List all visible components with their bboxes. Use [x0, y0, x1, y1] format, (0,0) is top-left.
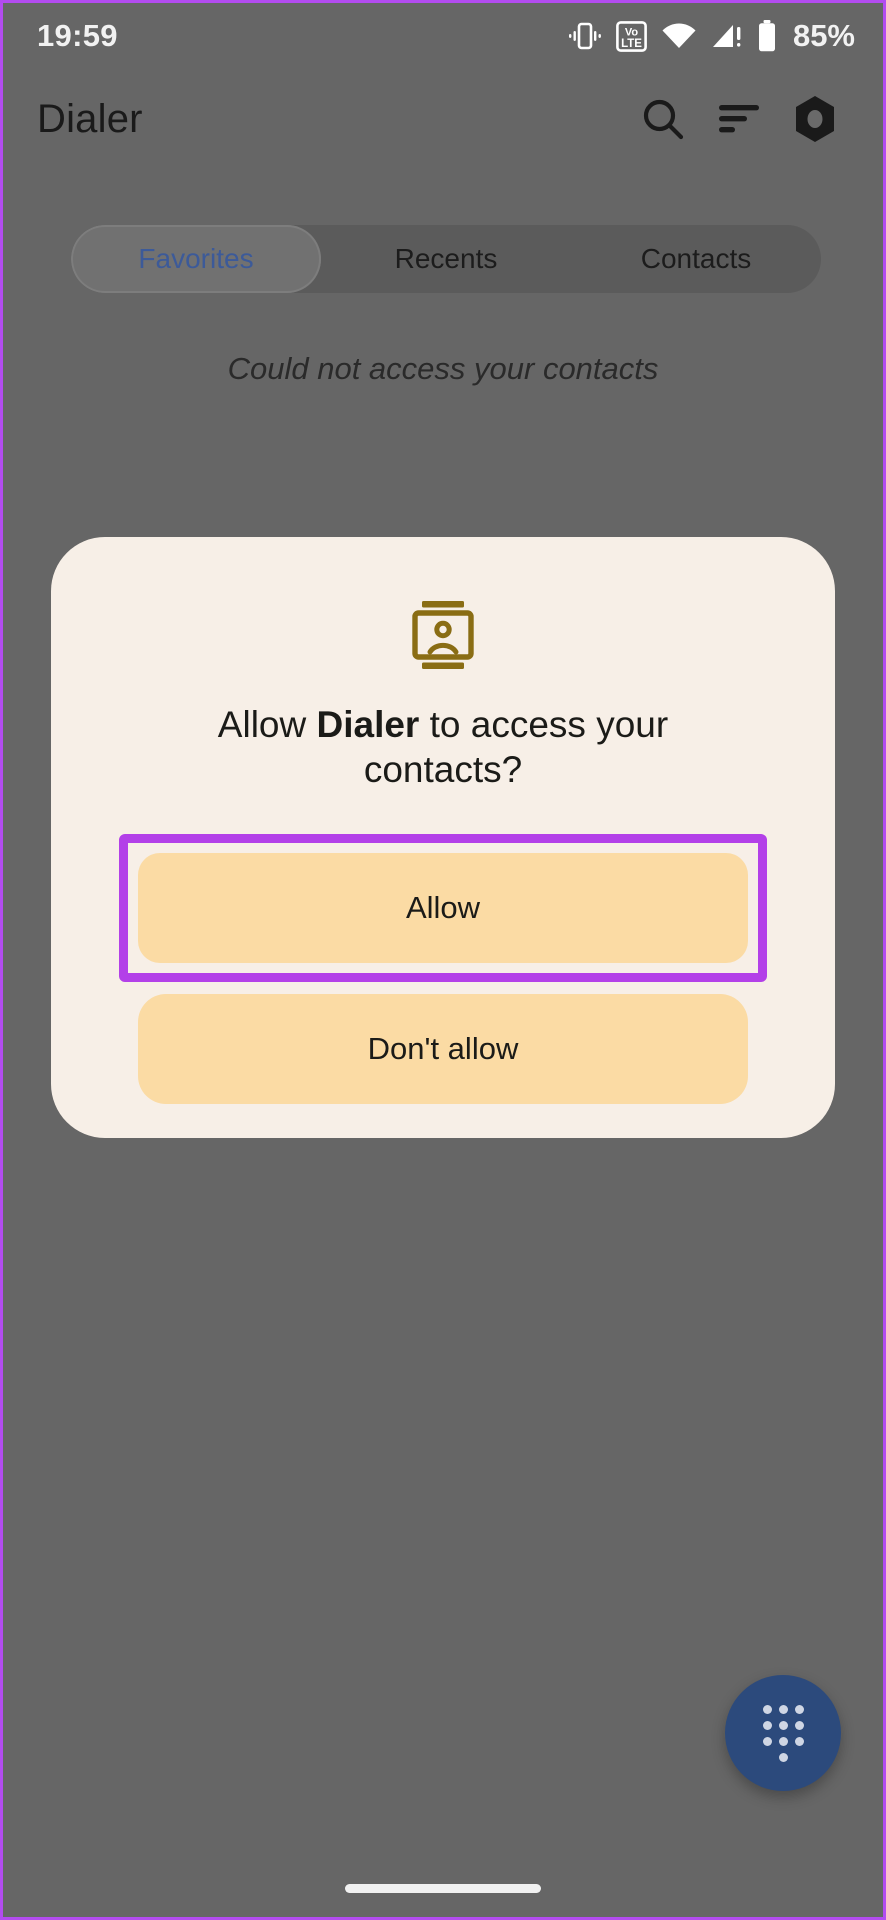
dialpad-icon [762, 1704, 804, 1762]
status-time: 19:59 [37, 18, 118, 53]
sort-button[interactable] [701, 81, 777, 157]
page-title: Dialer [37, 96, 143, 141]
phone-screen: 19:59 Vo LTE 85% Dialer Favorites Recent… [0, 0, 886, 1920]
tab-contacts[interactable]: Contacts [571, 225, 821, 293]
status-icons: Vo LTE 85% [568, 18, 855, 54]
dialpad-fab[interactable] [725, 1675, 841, 1791]
tab-bar: Favorites Recents Contacts [71, 225, 821, 293]
home-indicator [345, 1884, 541, 1893]
permission-dialog: Allow Dialer to access your contacts? Al… [51, 537, 835, 1139]
vibrate-icon [568, 22, 601, 50]
dialog-title-app: Dialer [316, 704, 420, 745]
app-bar: Dialer [3, 69, 883, 169]
dialog-actions: Allow Don't allow [51, 834, 835, 1105]
tab-favorites[interactable]: Favorites [71, 225, 321, 293]
sort-icon [719, 105, 759, 133]
tab-recents[interactable]: Recents [321, 225, 571, 293]
svg-text:LTE: LTE [621, 38, 642, 50]
svg-text:Vo: Vo [625, 26, 639, 38]
cellular-signal-icon [712, 25, 741, 47]
dont-allow-button[interactable]: Don't allow [138, 994, 748, 1105]
battery-icon [758, 20, 775, 52]
wifi-icon [662, 23, 696, 48]
search-button[interactable] [625, 81, 701, 157]
contacts-card-icon [412, 601, 474, 669]
hexagon-avatar-icon [796, 96, 834, 142]
dialog-title-prefix: Allow [217, 704, 317, 745]
empty-state-message: Could not access your contacts [227, 351, 659, 386]
allow-button[interactable]: Allow [138, 853, 748, 964]
status-bar: 19:59 Vo LTE 85% [3, 3, 883, 69]
allow-button-highlight: Allow [119, 834, 767, 983]
dialog-title: Allow Dialer to access your contacts? [93, 702, 793, 792]
account-button[interactable] [777, 81, 853, 157]
volte-icon: Vo LTE [616, 20, 647, 52]
dialog-icon-wrap [410, 599, 476, 676]
search-icon [643, 99, 684, 140]
battery-percent-label: 85% [792, 18, 855, 53]
